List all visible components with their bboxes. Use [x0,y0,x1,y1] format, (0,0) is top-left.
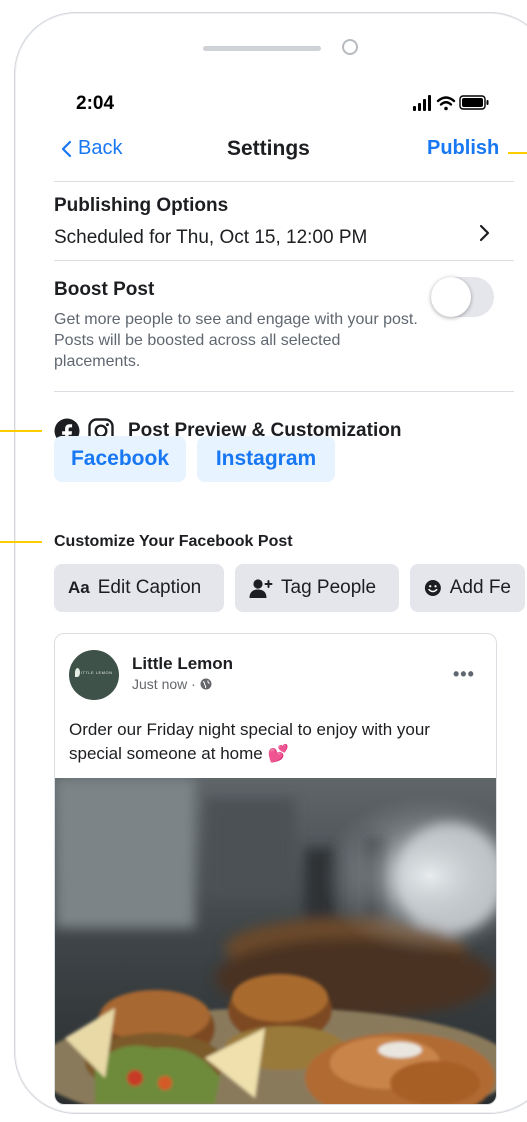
publishing-options-value: Scheduled for Thu, Oct 15, 12:00 PM [54,227,368,248]
post-caption: Order our Friday night special to enjoy … [69,720,430,763]
edit-caption-label: Edit Caption [97,577,202,598]
camera-dot [342,39,358,55]
chevron-right-icon [479,224,490,242]
boost-post-title: Boost Post [54,279,155,300]
signal-icon [413,95,431,111]
globe-icon [200,678,212,690]
boost-post-toggle[interactable] [431,277,494,317]
tab-instagram[interactable]: Instagram [197,436,335,482]
food-photo [55,778,496,1104]
back-label: Back [78,137,123,159]
add-feeling-label: Add Fe [449,577,511,598]
tag-people-button[interactable]: Tag People [235,564,399,612]
status-time: 2:04 [76,93,115,114]
post-meta: Just now · [132,676,212,692]
wifi-icon [436,96,456,111]
divider [54,181,514,182]
smiley-icon [424,580,441,596]
publish-button[interactable]: Publish [427,137,499,160]
phone-frame: 2:04 Back Settings Publish Publishing Op… [14,12,527,1114]
add-feeling-button[interactable]: Add Fe [410,564,525,612]
text-format-icon: Aa [68,578,90,597]
page-name: Little Lemon [132,654,234,673]
status-icons [413,95,489,111]
back-button[interactable]: Back [60,137,122,160]
avatar: LITTLE LEMON [69,650,119,700]
chevron-left-icon [61,140,72,157]
boost-post-description: Get more people to see and engage with y… [54,311,418,370]
post-preview-card: LITTLE LEMON Little Lemon Just now · •••… [54,633,497,1105]
toggle-knob [431,277,471,317]
page-title: Settings [227,137,310,160]
post-time: Just now · [132,676,196,692]
tag-people-label: Tag People [281,577,377,598]
publishing-options-title: Publishing Options [54,195,229,216]
avatar-logo-text: LITTLE LEMON [78,670,113,675]
edit-caption-button[interactable]: Aa Edit Caption [54,564,224,612]
customize-post-title: Customize Your Facebook Post [54,533,293,550]
callout-line-customize [0,541,42,543]
tab-facebook[interactable]: Facebook [54,436,186,482]
divider [54,260,514,261]
callout-line-publish [508,152,527,154]
callout-line-preview [0,430,42,432]
battery-icon [459,95,489,110]
nav-bar: Back Settings Publish [15,133,527,181]
divider [54,391,514,392]
tag-people-icon [249,579,273,598]
speaker-bar [203,46,321,51]
more-options-icon[interactable]: ••• [453,664,475,685]
